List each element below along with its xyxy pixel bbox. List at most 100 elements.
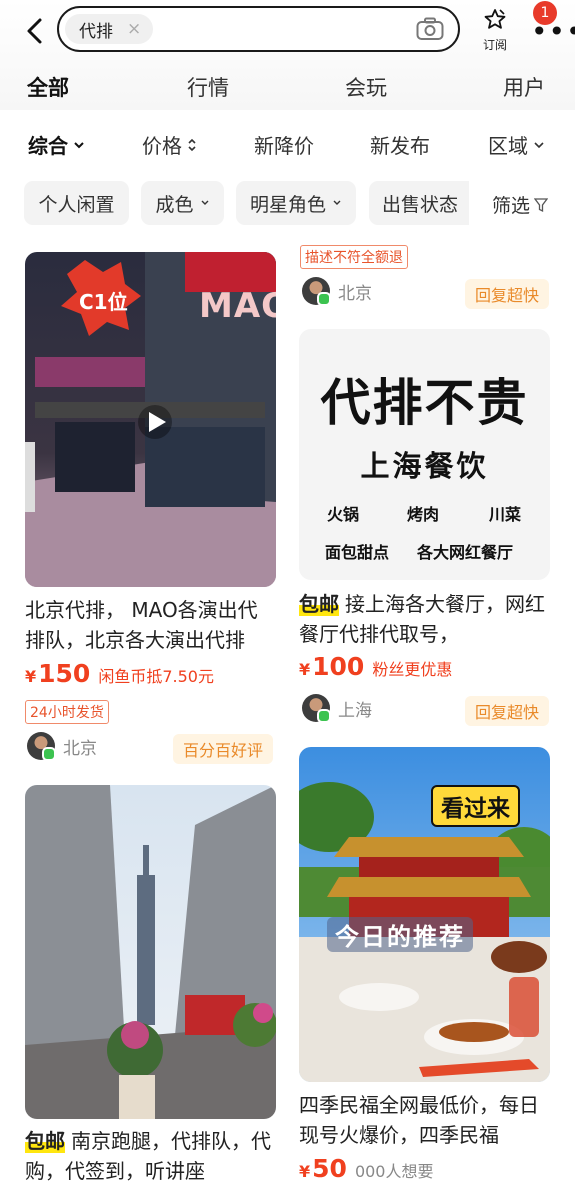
tab-market-label: 行情	[187, 76, 229, 100]
tab-users-label: 用户	[503, 76, 545, 100]
image-sign-text: MAO	[199, 286, 276, 326]
sort-updown-icon	[188, 138, 196, 151]
tab-all-label: 全部	[27, 76, 69, 100]
tab-play-label: 会玩	[345, 76, 387, 100]
funnel-icon	[534, 197, 549, 212]
online-dot	[42, 747, 56, 761]
chevron-down-icon	[534, 141, 544, 148]
filter-star-role-label: 明星角色	[249, 193, 326, 216]
filter-personal-idle-label: 个人闲置	[38, 193, 115, 216]
item-image[interactable]: 看过来 今日的推荐	[299, 747, 550, 1082]
online-dot	[317, 709, 331, 723]
price-note: 闲鱼币抵7.50元	[98, 667, 214, 686]
seller-badge: 回复超快	[465, 696, 550, 726]
search-query-text: 代排	[79, 21, 113, 42]
item-title[interactable]: 包邮 南京跑腿，代排队，代购，代签到，听讲座	[25, 1126, 277, 1186]
sort-new-release-label: 新发布	[370, 134, 430, 158]
seller-location: 北京	[338, 283, 372, 304]
back-arrow-icon[interactable]	[18, 14, 52, 48]
refund-tag: 描述不符全额退	[300, 245, 408, 269]
poster-headline: 代排不贵	[320, 373, 529, 432]
sort-price-label: 价格	[142, 134, 182, 158]
filter-condition[interactable]: 成色	[141, 181, 224, 225]
filter-button-label: 筛选	[492, 195, 531, 217]
category-tabs: 全部 行情 会玩 用户	[0, 66, 575, 106]
filter-button[interactable]: 筛选	[492, 191, 549, 218]
seller-badge: 回复超快	[465, 279, 550, 309]
poster-row2-item: 各大网红餐厅	[417, 543, 514, 562]
image-banner-text: 今日的推荐	[327, 917, 473, 952]
free-shipping-label: 包邮	[299, 592, 339, 616]
seller-row[interactable]: 上海	[302, 694, 372, 723]
price-value: 50	[312, 1154, 347, 1183]
sort-new-release[interactable]: 新发布	[370, 130, 430, 159]
item-price-row: ¥ 100 粉丝更优惠	[299, 652, 452, 681]
seller-location: 上海	[338, 700, 372, 721]
poster-row1-item: 川菜	[489, 505, 522, 524]
top-bar: 代排 × 订阅 ••• 1 全部 行情 会玩 用户	[0, 0, 575, 110]
sort-new-discount[interactable]: 新降价	[254, 130, 314, 159]
filter-chips: 个人闲置 成色 明星角色 出售状态 筛选	[0, 181, 575, 225]
price-currency: ¥	[299, 660, 311, 679]
more-dots-icon[interactable]: •••	[531, 18, 575, 46]
subscribe-button[interactable]: 订阅	[478, 8, 512, 53]
price-note: 粉丝更优惠	[372, 660, 453, 679]
filter-sale-status-label: 出售状态	[382, 193, 459, 216]
item-title[interactable]: 北京代排， MAO各演出代排队，北京各大演出代排	[25, 595, 277, 655]
price-value: 100	[312, 652, 365, 681]
poster-row1-item: 烤肉	[407, 505, 440, 524]
filter-personal-idle[interactable]: 个人闲置	[24, 181, 129, 225]
chevron-down-icon	[201, 200, 208, 205]
filter-condition-label: 成色	[155, 193, 194, 216]
price-note: 000人想要	[354, 1162, 434, 1181]
image-badge-text: C1位	[79, 290, 128, 314]
camera-icon[interactable]	[416, 17, 444, 41]
notification-badge: 1	[533, 1, 557, 25]
price-currency: ¥	[299, 1162, 311, 1181]
clear-query-icon[interactable]: ×	[127, 19, 141, 39]
poster-row1-item: 火锅	[327, 505, 360, 524]
item-price-row: ¥ 50 000人想要	[299, 1154, 433, 1183]
sort-region[interactable]: 区域	[488, 130, 545, 159]
free-shipping-label: 包邮	[25, 1129, 65, 1153]
item-image[interactable]: 代排不贵 上海餐饮 火锅 烤肉 川菜 面包甜点 各大网红餐厅	[299, 329, 550, 580]
seller-badge: 百分百好评	[173, 734, 274, 764]
item-image[interactable]	[25, 785, 276, 1119]
item-price-row: ¥ 150 闲鱼币抵7.50元	[25, 659, 214, 688]
sort-comprehensive-label: 综合	[28, 134, 68, 158]
filter-star-role[interactable]: 明星角色	[236, 181, 356, 225]
search-box[interactable]: 代排 ×	[57, 6, 460, 52]
sort-new-discount-label: 新降价	[254, 134, 314, 158]
subscribe-label: 订阅	[482, 38, 507, 52]
tab-users[interactable]: 用户	[503, 72, 545, 102]
filter-sale-status[interactable]: 出售状态	[369, 181, 469, 225]
chevron-down-icon	[74, 141, 84, 148]
tab-all[interactable]: 全部	[24, 72, 72, 102]
shipping-tag: 24小时发货	[25, 700, 109, 724]
price-currency: ¥	[25, 667, 37, 686]
item-image[interactable]: C1位 MAO	[25, 252, 276, 587]
avatar	[27, 732, 56, 761]
online-dot	[317, 292, 331, 306]
sort-comprehensive[interactable]: 综合	[28, 130, 85, 159]
chevron-down-icon	[333, 200, 341, 205]
item-title[interactable]: 四季民福全网最低价，每日现号火爆价，四季民福	[299, 1090, 551, 1150]
price-value: 150	[38, 659, 91, 688]
tab-market[interactable]: 行情	[187, 72, 229, 102]
avatar	[302, 277, 331, 306]
sort-price[interactable]: 价格	[142, 130, 197, 159]
subscribe-star-icon	[484, 9, 506, 29]
poster-row2-item: 面包甜点	[325, 543, 390, 562]
seller-location: 北京	[63, 738, 97, 759]
seller-row[interactable]: 北京	[27, 732, 97, 761]
tab-play[interactable]: 会玩	[345, 72, 387, 102]
search-query-chip[interactable]: 代排 ×	[65, 14, 154, 44]
sort-region-label: 区域	[488, 134, 528, 158]
seller-row[interactable]: 北京	[302, 277, 372, 306]
poster-subhead: 上海餐饮	[360, 449, 489, 483]
avatar	[302, 694, 331, 723]
item-photo	[25, 785, 276, 1119]
sort-bar: 综合 价格 新降价 新发布 区域	[0, 120, 575, 164]
image-callout-text: 看过来	[431, 785, 520, 827]
item-title[interactable]: 包邮 接上海各大餐厅，网红餐厅代排代取号，	[299, 589, 551, 649]
